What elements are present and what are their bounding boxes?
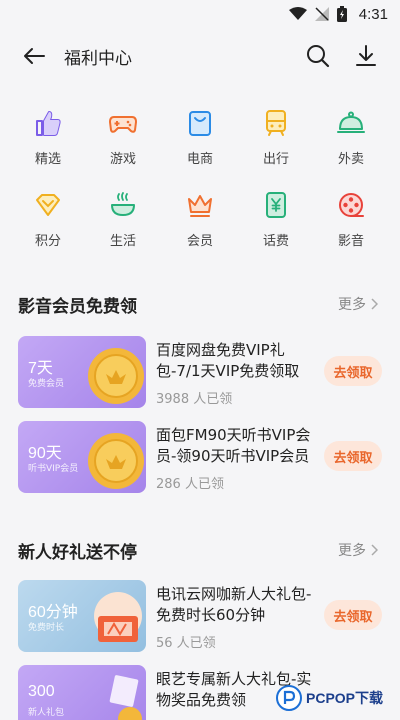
thumb-title: 300	[28, 683, 55, 700]
item-name: 百度网盘免费VIP礼包-7/1天VIP免费领取	[156, 341, 300, 380]
category-points[interactable]: 积分	[16, 186, 80, 256]
category-label: 电商	[186, 152, 213, 167]
more-link[interactable]: 更多	[338, 540, 378, 560]
gamepad-icon	[109, 116, 137, 133]
diamond-icon	[36, 194, 60, 216]
section-title: 新人好礼送不停	[18, 543, 137, 563]
category-life[interactable]: 生活	[91, 186, 155, 256]
category-label: 出行	[262, 152, 289, 167]
section-header-media: 影音会员免费领 更多	[0, 288, 400, 318]
category-media[interactable]: 影音	[319, 186, 383, 256]
wifi-icon	[288, 7, 307, 20]
more-label: 更多	[338, 297, 366, 313]
category-membership[interactable]: 会员	[168, 186, 232, 256]
clock: 4:31	[358, 5, 388, 23]
item-name: 电讯云网咖新人大礼包-免费时长60分钟	[156, 585, 312, 624]
shopping-bag-icon	[189, 111, 211, 136]
signal-icon	[314, 7, 329, 21]
category-label: 影音	[337, 234, 364, 249]
card-thumbnail: 60分钟 免费时长	[18, 580, 146, 652]
category-label: 话费	[262, 234, 289, 249]
thumb-title: 90天	[28, 445, 62, 462]
coin-icon	[88, 433, 144, 489]
gift-ticket-icon	[94, 592, 142, 642]
thumb-subtitle: 免费会员	[28, 379, 65, 389]
download-button[interactable]	[352, 42, 380, 70]
crown-icon	[188, 195, 212, 217]
category-label: 精选	[34, 152, 61, 167]
list-item[interactable]: 90天 听书VIP会员 面包FM90天听书VIP会员-领90天听书VIP会员 2…	[0, 421, 400, 501]
thumb-subtitle: 新人礼包	[28, 708, 65, 718]
thumb-title: 7天	[28, 360, 53, 377]
list-item[interactable]: 7天 免费会员 百度网盘免费VIP礼包-7/1天VIP免费领取 3988 人已领…	[0, 336, 400, 416]
watermark: PCPOP下载	[276, 676, 400, 720]
claim-button[interactable]: 去领取	[324, 600, 382, 630]
category-featured[interactable]: 精选	[16, 104, 80, 174]
category-label: 积分	[34, 234, 61, 249]
more-link[interactable]: 更多	[338, 294, 378, 314]
category-games[interactable]: 游戏	[91, 104, 155, 174]
card-thumbnail: 300 新人礼包	[18, 665, 146, 720]
category-label: 游戏	[109, 152, 136, 167]
hot-bowl-icon	[111, 192, 135, 216]
page-title: 福利中心	[64, 49, 132, 69]
film-reel-icon	[339, 193, 364, 217]
watermark-logo-icon	[276, 685, 302, 711]
list-item[interactable]: 60分钟 免费时长 电讯云网咖新人大礼包-免费时长60分钟 56 人已领 去领取	[0, 580, 400, 660]
more-label: 更多	[338, 543, 366, 559]
food-cover-icon	[337, 111, 365, 133]
watermark-text: PCPOP下载	[306, 690, 384, 706]
thumb-title: 60分钟	[28, 604, 78, 621]
search-button[interactable]	[304, 42, 332, 70]
claimed-count: 56 人已领	[156, 636, 216, 651]
item-name: 面包FM90天听书VIP会员-领90天听书VIP会员	[156, 426, 311, 465]
thumb-subtitle: 听书VIP会员	[28, 464, 79, 474]
chevron-right-icon	[371, 544, 378, 556]
train-icon	[266, 110, 286, 136]
back-button[interactable]	[20, 42, 48, 70]
app-bar: 福利中心	[0, 28, 400, 84]
category-takeout[interactable]: 外卖	[319, 104, 383, 174]
section-header-newcomer: 新人好礼送不停 更多	[0, 534, 400, 564]
claim-button[interactable]: 去领取	[324, 356, 382, 386]
category-phone-credit[interactable]: 话费	[244, 186, 308, 256]
download-icon	[356, 45, 376, 66]
thumb-subtitle: 免费时长	[28, 623, 65, 633]
category-label: 外卖	[337, 152, 364, 167]
chevron-right-icon	[371, 298, 378, 310]
coin-icon	[88, 348, 144, 404]
card-thumbnail: 90天 听书VIP会员	[18, 421, 146, 493]
section-title: 影音会员免费领	[18, 297, 137, 317]
category-grid: 精选 游戏 电商 出行 外卖 积分 生活 会员 话费 影音	[0, 100, 400, 260]
category-label: 生活	[109, 234, 136, 249]
claimed-count: 3988 人已领	[156, 392, 233, 407]
search-icon	[307, 45, 330, 68]
category-label: 会员	[186, 234, 213, 249]
card-thumbnail: 7天 免费会员	[18, 336, 146, 408]
status-bar: 4:31	[0, 0, 400, 28]
yuan-phone-icon	[266, 192, 286, 218]
category-shopping[interactable]: 电商	[168, 104, 232, 174]
thumbs-up-icon	[36, 111, 61, 136]
battery-icon	[336, 6, 347, 22]
back-arrow-icon	[24, 48, 45, 64]
claimed-count: 286 人已领	[156, 477, 224, 492]
category-travel[interactable]: 出行	[244, 104, 308, 174]
gift-box-icon	[109, 675, 142, 720]
claim-button[interactable]: 去领取	[324, 441, 382, 471]
